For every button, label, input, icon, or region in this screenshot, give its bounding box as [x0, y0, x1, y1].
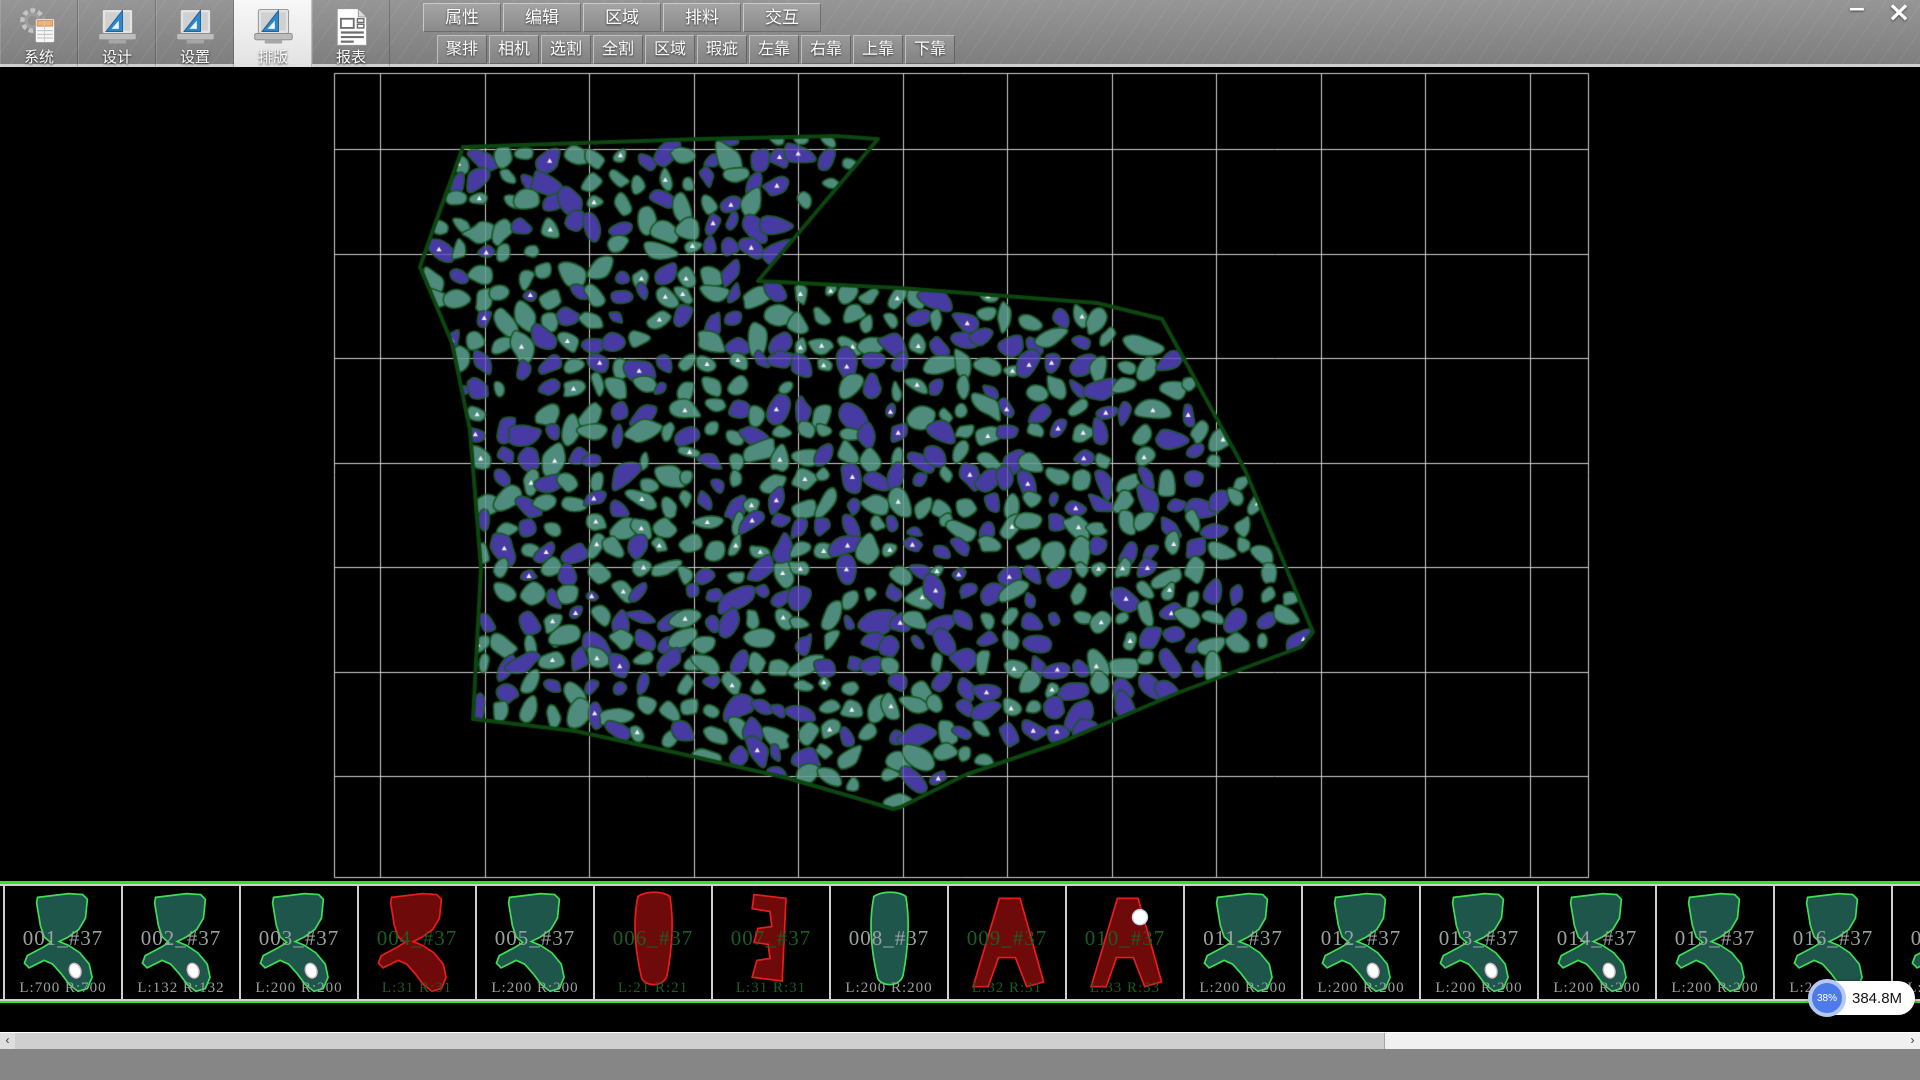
thumbnail-label: 003_#37 — [241, 926, 357, 951]
nav-label: 排版 — [258, 49, 288, 66]
minimize-button[interactable]: − — [1842, 0, 1872, 24]
window-controls: − × — [1842, 0, 1914, 24]
thumbnail-cell[interactable]: 004_#37 L:31 R:31 — [357, 886, 475, 999]
thumbnail-cell[interactable]: 012_#37 L:200 R:200 — [1301, 886, 1419, 999]
thumbnail-cell[interactable]: 009_#37 L:32 R:31 — [947, 886, 1065, 999]
nav-label: 设置 — [180, 49, 210, 66]
thumbnail-size: L:32 R:31 — [949, 980, 1065, 997]
thumbnail-label: 004_#37 — [359, 926, 475, 951]
thumbnail-label: 017_#37 — [1893, 926, 1920, 951]
thumbnail-label: 016_#37 — [1775, 926, 1891, 951]
thumbnail-cell[interactable]: 002_#37 L:132 R:132 — [121, 886, 239, 999]
thumbnail-label: 012_#37 — [1303, 926, 1419, 951]
nav-button-settings[interactable]: 设置 — [156, 0, 234, 67]
settings-icon — [173, 5, 217, 49]
menu-tab[interactable]: 交互 — [743, 3, 821, 32]
thumbnail-size: L:200 R:200 — [1421, 980, 1537, 997]
thumbnail-cell[interactable]: 007_#37 L:31 R:31 — [711, 886, 829, 999]
thumbnail-cell[interactable]: 003_#37 L:200 R:200 — [239, 886, 357, 999]
thumbnail-label: 010_#37 — [1067, 926, 1183, 951]
thumbnail-label: 013_#37 — [1421, 926, 1537, 951]
menu-tab[interactable]: 编辑 — [503, 3, 581, 32]
thumbnail-cell[interactable]: 013_#37 L:200 R:200 — [1419, 886, 1537, 999]
thumbnail-size: L:21 R:21 — [595, 980, 711, 997]
thumbnail-size: L:200 R:200 — [1303, 980, 1419, 997]
report-icon — [329, 5, 373, 49]
menu-tab[interactable]: 区域 — [583, 3, 661, 32]
thumbnail-cell[interactable]: 001_#37 L:700 R:700 — [3, 886, 121, 999]
horizontal-scrollbar[interactable]: ‹ › — [0, 1032, 1920, 1049]
tool-button[interactable]: 区域 — [645, 35, 695, 64]
thumbnail-cell[interactable]: 008_#37 L:200 R:200 — [829, 886, 947, 999]
thumbnail-label: 002_#37 — [123, 926, 239, 951]
thumbnail-label: 008_#37 — [831, 926, 947, 951]
nav-button-system[interactable]: 系统 — [0, 0, 78, 67]
tool-button[interactable]: 左靠 — [749, 35, 799, 64]
titlebar: 系统设计设置排版报表 属性编辑区域排料交互 聚排相机选割全割区域瑕疵左靠右靠上靠… — [0, 0, 1920, 67]
tool-button[interactable]: 选割 — [541, 35, 591, 64]
thumbnail-cell[interactable]: 014_#37 L:200 R:200 — [1537, 886, 1655, 999]
thumbnail-size: L:33 R:33 — [1067, 980, 1183, 997]
nav-label: 报表 — [336, 49, 366, 66]
nav-button-layout[interactable]: 排版 — [234, 0, 312, 67]
menu-tabs: 属性编辑区域排料交互 — [423, 3, 823, 32]
thumbnail-label: 005_#37 — [477, 926, 593, 951]
nav-button-design[interactable]: 设计 — [78, 0, 156, 67]
design-icon — [95, 5, 139, 49]
thumbnail-cell[interactable]: 015_#37 L:200 R:200 — [1655, 886, 1773, 999]
menu-tab[interactable]: 属性 — [423, 3, 501, 32]
tool-button[interactable]: 下靠 — [905, 35, 955, 64]
progress-percent: 38% — [1817, 993, 1837, 1004]
memory-value: 384.8M — [1852, 990, 1902, 1007]
tool-row: 聚排相机选割全割区域瑕疵左靠右靠上靠下靠 — [437, 35, 957, 64]
tool-button[interactable]: 瑕疵 — [697, 35, 747, 64]
thumbnail-cell[interactable]: 005_#37 L:200 R:200 — [475, 886, 593, 999]
thumbnail-size: L:700 R:700 — [5, 980, 121, 997]
progress-indicator[interactable]: 38% 384.8M — [1810, 981, 1915, 1015]
nav-label: 设计 — [102, 49, 132, 66]
scroll-right-arrow-icon[interactable]: › — [1905, 1033, 1920, 1049]
tool-button[interactable]: 右靠 — [801, 35, 851, 64]
thumbnail-size: L:200 R:200 — [1539, 980, 1655, 997]
nav-label: 系统 — [24, 49, 54, 66]
nav-button-report[interactable]: 报表 — [312, 0, 390, 67]
thumbnail-cell[interactable]: 006_#37 L:21 R:21 — [593, 886, 711, 999]
nav-toolbar: 系统 设计 设置 排版 报表 — [0, 0, 390, 67]
thumbnail-label: 007_#37 — [713, 926, 829, 951]
thumbnail-size: L:31 R:31 — [359, 980, 475, 997]
thumbnail-size: L:200 R:200 — [477, 980, 593, 997]
thumbnail-cell[interactable]: 011_#37 L:200 R:200 — [1183, 886, 1301, 999]
tool-button[interactable]: 聚排 — [437, 35, 487, 64]
layout-icon — [251, 5, 295, 49]
thumbnail-label: 014_#37 — [1539, 926, 1655, 951]
thumbnail-strip: 001_#37L:700 R:700002_#37L:132 R:132003_… — [0, 881, 1920, 1003]
thumbnail-label: 011_#37 — [1185, 926, 1301, 951]
tool-button[interactable]: 相机 — [489, 35, 539, 64]
scroll-left-arrow-icon[interactable]: ‹ — [0, 1033, 15, 1049]
scrollbar-thumb[interactable] — [15, 1033, 1385, 1049]
thumbnail-size: L:200 R:200 — [831, 980, 947, 997]
close-button[interactable]: × — [1884, 0, 1914, 24]
system-icon — [17, 5, 61, 49]
thumbnail-label: 009_#37 — [949, 926, 1065, 951]
tool-button[interactable]: 全割 — [593, 35, 643, 64]
thumbnail-label: 015_#37 — [1657, 926, 1773, 951]
thumbnail-cell[interactable]: 010_#37 L:33 R:33 — [1065, 886, 1183, 999]
thumbnail-row: 001_#37L:700 R:700002_#37L:132 R:132003_… — [0, 884, 1920, 1001]
nesting-canvas[interactable] — [0, 67, 1920, 881]
thumbnail-size: L:31 R:31 — [713, 980, 829, 997]
thumbnail-size: L:200 R:200 — [1657, 980, 1773, 997]
thumbnail-size: L:200 R:200 — [241, 980, 357, 997]
thumbnail-size: L:200 R:200 — [1185, 980, 1301, 997]
thumbnail-size: L:132 R:132 — [123, 980, 239, 997]
progress-circle: 38% — [1808, 979, 1846, 1017]
menu-tab[interactable]: 排料 — [663, 3, 741, 32]
status-bar — [0, 1049, 1920, 1080]
nesting-canvas-area — [0, 67, 1920, 881]
tool-button[interactable]: 上靠 — [853, 35, 903, 64]
thumbnail-label: 006_#37 — [595, 926, 711, 951]
thumbnail-label: 001_#37 — [5, 926, 121, 951]
